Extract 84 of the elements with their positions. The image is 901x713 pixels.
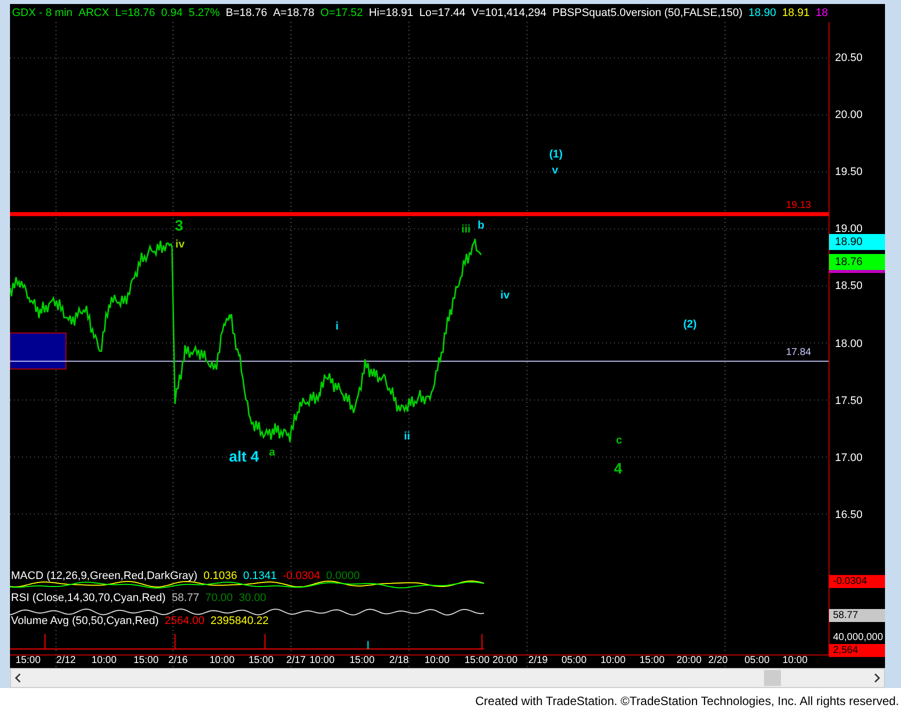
time-axis-label: 15:00	[248, 656, 274, 666]
header-value: GDX - 8 min	[12, 6, 73, 21]
price-axis-label: 17.00	[835, 452, 863, 464]
wave-label: c	[616, 436, 622, 446]
wave-label: 4	[614, 462, 622, 476]
wave-label: i	[335, 322, 339, 332]
indicator-axis-label: -0.0304	[829, 575, 885, 588]
level-label: 17.84	[786, 348, 812, 358]
wave-label: b	[478, 220, 484, 232]
indicator-name: MACD (12,26,9,Green,Red,DarkGray)	[11, 571, 198, 582]
time-axis-label: 10:00	[209, 656, 235, 666]
time-axis-label: 10:00	[91, 656, 117, 666]
time-axis-label: 15:00	[639, 656, 665, 666]
price-axis-label: 20.50	[835, 53, 863, 64]
time-axis-label: 2/12	[56, 656, 76, 666]
time-axis-label: 10:00	[309, 656, 335, 666]
indicator-value: 30.00	[238, 593, 266, 604]
header-value: A=18.78	[273, 6, 314, 21]
time-axis-label: 20:00	[676, 656, 702, 666]
indicator-name: RSI (Close,14,30,70,Cyan,Red)	[11, 593, 166, 604]
price-axis-label: 20.00	[835, 110, 863, 122]
time-axis-label: 10:00	[782, 656, 808, 666]
price-axis-label: 19.00	[835, 224, 863, 236]
time-axis-label: 2/16	[168, 656, 188, 666]
header-value: 0.94	[161, 6, 183, 21]
header-value: PBSPSquat5.0version (50,FALSE,150)	[552, 6, 743, 21]
wave-label: iv	[500, 290, 510, 302]
price-axis-label: 18.00	[835, 338, 863, 350]
wave-label: ii	[404, 432, 410, 442]
indicator-value: 58.77	[172, 593, 200, 604]
price-badge: 18.76	[829, 254, 885, 270]
header-value: V=101,414,294	[471, 6, 546, 21]
indicator-value: 0.1036	[203, 571, 238, 582]
time-axis-label: 15:00	[349, 656, 375, 666]
time-axis-label: 2/17	[286, 656, 306, 666]
indicator-value: 0.0000	[326, 571, 360, 582]
header-value: B=18.76	[226, 6, 268, 21]
time-axis-label: 2/18	[389, 656, 409, 666]
wave-label: alt 4	[229, 450, 259, 464]
header-value: 18.90	[748, 6, 776, 21]
indicator-axis-label: 58.77	[829, 609, 885, 622]
price-axis-label: 17.50	[835, 396, 863, 407]
time-axis-label: 05:00	[744, 656, 770, 666]
price-badge: 18.90	[829, 234, 885, 250]
level-label: 19.13	[786, 201, 812, 212]
wave-label: (2)	[683, 320, 697, 330]
time-axis-label: 15:00	[464, 656, 490, 666]
time-axis-label: 05:00	[561, 656, 587, 666]
indicator-name: Volume Avg (50,50,Cyan,Red)	[11, 616, 159, 627]
indicator-value: 0.1341	[243, 571, 277, 582]
header-value: 5.27%	[188, 6, 220, 21]
header-value: Hi=18.91	[368, 6, 414, 21]
indicator-value: -0.0304	[282, 571, 320, 582]
wave-label: iv	[175, 240, 185, 250]
time-axis-label: 2/20	[708, 656, 728, 666]
wave-label: a	[268, 448, 276, 458]
indicator-axis-label: 2,564	[829, 644, 885, 657]
indicator-value: 2564.00	[164, 616, 205, 627]
price-axis-label: 19.50	[835, 167, 863, 178]
wave-label: 3	[174, 218, 184, 234]
header-value: 18.91	[782, 6, 810, 21]
time-axis-label: 10:00	[424, 656, 450, 666]
range-box	[10, 332, 66, 370]
time-axis-label: 15:00	[133, 656, 159, 666]
wave-label: (1)	[549, 150, 563, 160]
scrollbar-thumb[interactable]	[764, 670, 781, 686]
wave-label: v	[552, 166, 558, 176]
header-value: L=18.76	[115, 6, 156, 21]
time-axis-label: 10:00	[600, 656, 626, 666]
indicator-value: 70.00	[205, 593, 233, 604]
header-value: O=17.52	[320, 6, 363, 21]
price-axis-label: 18.50	[835, 281, 863, 292]
price-axis-label: 16.50	[835, 510, 863, 521]
time-axis-label: 15:00	[15, 656, 41, 666]
indicator-axis-label: 40,000,000	[832, 631, 884, 644]
header-value: ARCX	[78, 6, 110, 21]
header-value: 18	[816, 6, 828, 21]
indicator-value: 2395840.22	[210, 616, 269, 627]
time-axis-label: 20:00	[492, 656, 518, 666]
header-value: Lo=17.44	[419, 6, 466, 21]
wave-label: iii	[461, 224, 471, 236]
horizontal-scrollbar[interactable]	[10, 668, 885, 688]
time-axis-label: 2/19	[528, 656, 548, 666]
copyright-text: Created with TradeStation. ©TradeStation Technologies, Inc. All rights reserved.	[475, 692, 899, 710]
